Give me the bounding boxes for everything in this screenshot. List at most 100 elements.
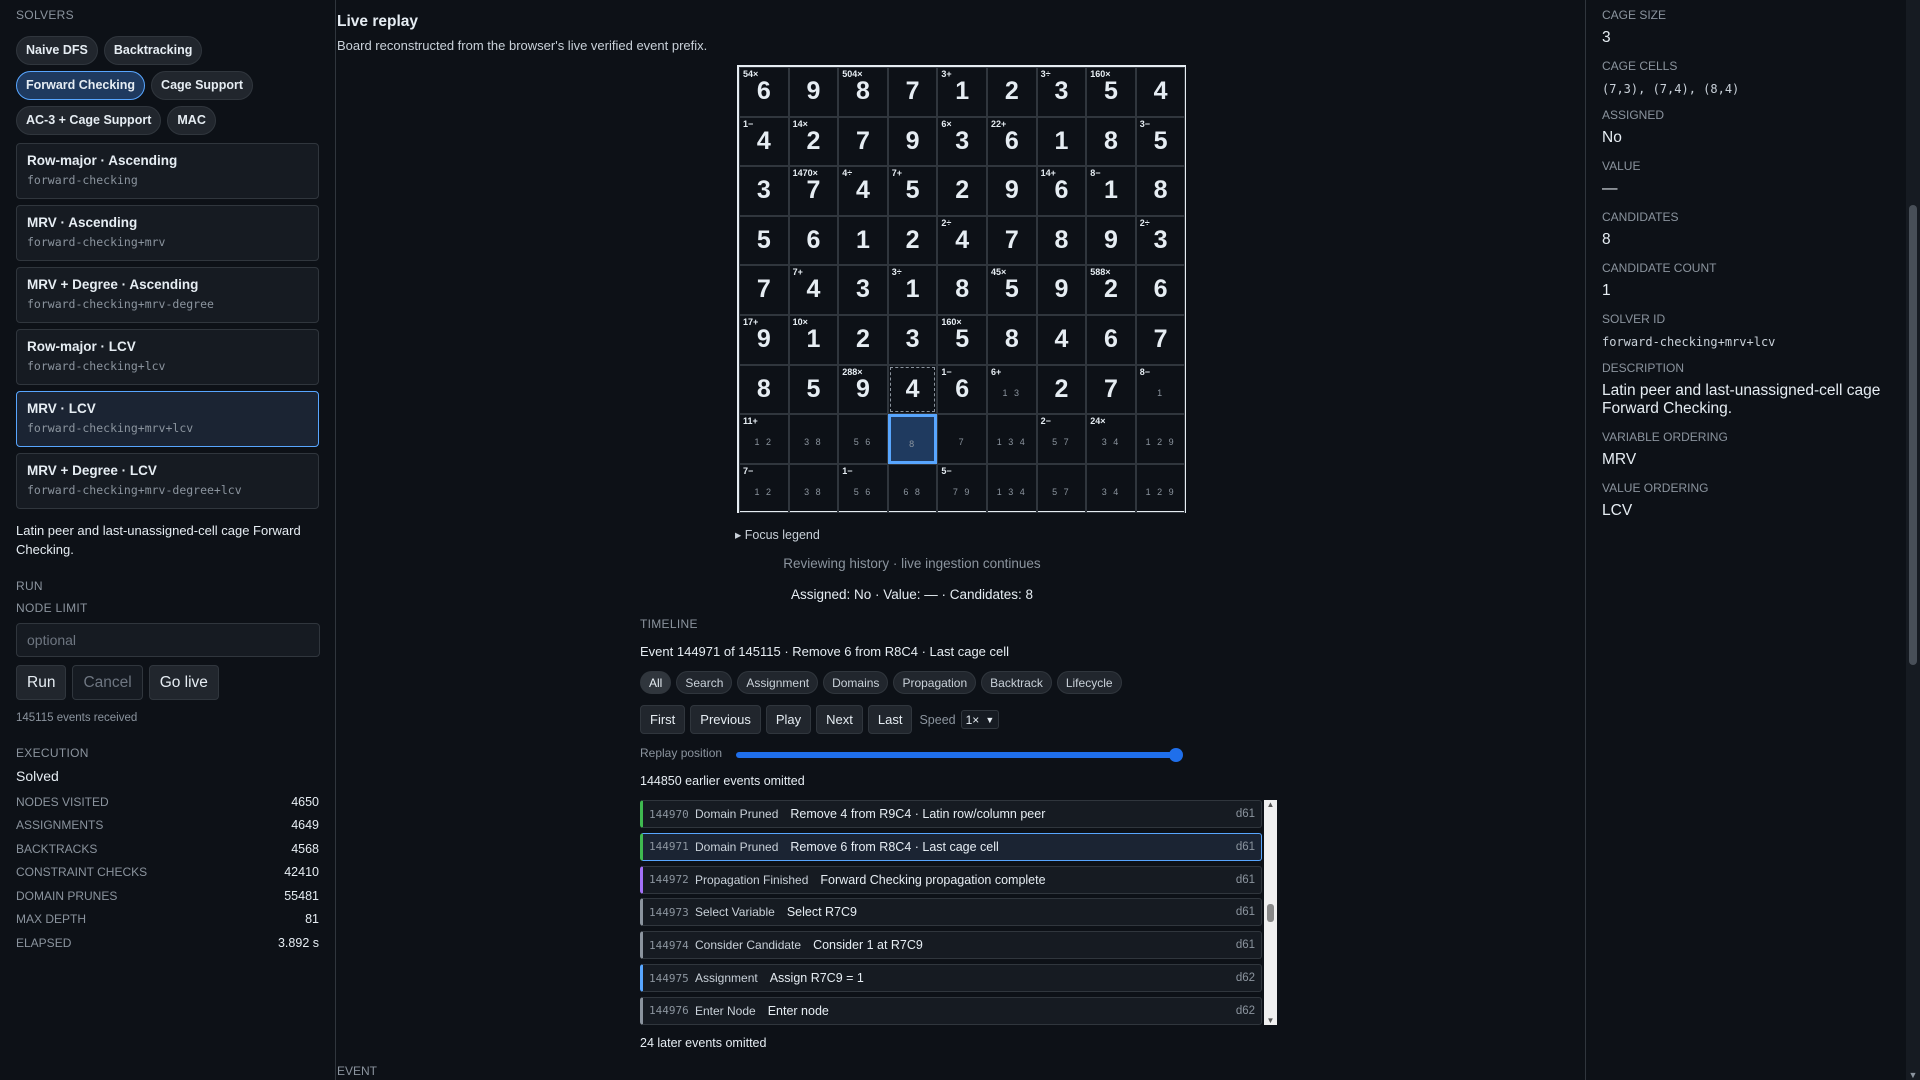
board-cell[interactable]: 8: [937, 265, 987, 315]
event-row[interactable]: 144972 Propagation Finished Forward Checki…: [640, 865, 1262, 894]
board-cell[interactable]: 588× 2: [1086, 265, 1136, 315]
scroll-thumb[interactable]: [1267, 904, 1274, 922]
solver-variant[interactable]: MRV · Ascending forward-checking+mrv: [16, 205, 319, 261]
board-cell[interactable]: 10× 1: [788, 315, 839, 365]
board-cell[interactable]: 160× 5: [1086, 67, 1136, 117]
filter-chip[interactable]: Search: [676, 671, 733, 694]
board-cell[interactable]: 1− 4: [739, 116, 789, 167]
board-cell[interactable]: 5− 7 9: [937, 463, 987, 514]
board-cell[interactable]: 9: [1086, 215, 1136, 266]
go-live-button[interactable]: Go live: [148, 665, 219, 700]
focus-legend-toggle[interactable]: ▸ Focus legend: [735, 527, 820, 542]
board-cell[interactable]: 1− 6: [937, 364, 987, 415]
board-cell[interactable]: 6: [788, 215, 839, 266]
cancel-button[interactable]: Cancel: [72, 665, 143, 700]
board-cell[interactable]: 1: [838, 215, 888, 266]
board-cell[interactable]: 1470× 7: [788, 166, 839, 216]
board-cell[interactable]: 14× 2: [788, 116, 839, 167]
board-cell[interactable]: 9: [987, 166, 1037, 216]
board-cell[interactable]: 17+ 9: [739, 315, 789, 365]
board-cell[interactable]: 1 3 4: [987, 463, 1037, 514]
replay-slider-thumb[interactable]: [1168, 748, 1183, 762]
board-cell[interactable]: 8− 1: [1086, 166, 1136, 216]
board-cell[interactable]: 4: [887, 364, 938, 415]
board-cell[interactable]: 7+ 5: [887, 166, 938, 216]
board-cell[interactable]: 2: [1036, 364, 1087, 415]
board-cell[interactable]: 5 6: [838, 414, 888, 464]
control-button-last[interactable]: Last: [867, 705, 913, 734]
board-cell[interactable]: 2: [838, 315, 888, 365]
board-cell[interactable]: 3: [887, 315, 938, 365]
node-limit-input[interactable]: optional: [16, 623, 320, 657]
board-cell[interactable]: 45× 5: [987, 265, 1037, 315]
board-cell[interactable]: 1: [1036, 116, 1087, 167]
board-cell[interactable]: 1− 5 6: [838, 463, 888, 514]
board-cell[interactable]: 2: [987, 67, 1037, 117]
control-button-next[interactable]: Next: [816, 705, 863, 734]
control-button-play[interactable]: Play: [765, 705, 812, 734]
board-cell[interactable]: 7: [838, 116, 888, 167]
board-cell[interactable]: 24× 3 4: [1086, 414, 1136, 464]
board-cell[interactable]: 4÷ 4: [838, 166, 888, 216]
board-cell[interactable]: 6: [1086, 315, 1136, 365]
filter-chip[interactable]: Assignment: [737, 671, 819, 694]
board-cell[interactable]: 288× 9: [838, 364, 888, 415]
board-cell[interactable]: 14+ 6: [1036, 166, 1087, 216]
board-cell[interactable]: 3: [739, 166, 789, 216]
board-cell[interactable]: 2÷ 4: [937, 215, 987, 266]
board-cell[interactable]: 7: [1086, 364, 1136, 415]
event-list-scrollbar[interactable]: ▲ ▼: [1264, 800, 1277, 1025]
board-cell[interactable]: 4: [1135, 67, 1186, 117]
speed-select[interactable]: 1× ▼: [960, 710, 1000, 729]
board-cell[interactable]: 160× 5: [937, 315, 987, 365]
board-cell[interactable]: 5: [739, 215, 789, 266]
board-cell[interactable]: 7: [887, 67, 938, 117]
board-cell[interactable]: 8− 1: [1135, 364, 1186, 415]
filter-chip[interactable]: Domains: [823, 671, 889, 694]
board-cell[interactable]: 8: [1086, 116, 1136, 167]
solver-variant[interactable]: Row-major · Ascending forward-checking: [16, 143, 319, 199]
board-cell[interactable]: 7: [739, 265, 789, 315]
solver-variant[interactable]: MRV · LCV forward-checking+mrv+lcv: [16, 391, 319, 447]
board-cell[interactable]: 1 2 9: [1135, 463, 1186, 514]
board-cell[interactable]: 3÷ 1: [887, 265, 938, 315]
page-scroll-down-icon[interactable]: ▼: [1906, 1070, 1920, 1080]
event-row[interactable]: 144976 Enter Node Enter node d62: [640, 996, 1262, 1025]
replay-slider[interactable]: [736, 748, 1183, 762]
run-button[interactable]: Run: [16, 665, 67, 700]
board-cell[interactable]: 9: [887, 116, 938, 167]
solver-pill[interactable]: Naive DFS: [16, 36, 98, 65]
control-button-previous[interactable]: Previous: [690, 705, 761, 734]
solver-pill[interactable]: MAC: [167, 106, 216, 135]
board-cell[interactable]: 3 8: [788, 463, 839, 514]
event-row[interactable]: 144973 Select Variable Select R7C9 d61: [640, 898, 1262, 927]
board-cell[interactable]: 54× 6: [739, 67, 789, 117]
board-cell[interactable]: 7: [1135, 315, 1186, 365]
board-cell[interactable]: 8: [887, 414, 938, 464]
scroll-up-icon[interactable]: ▲: [1264, 800, 1277, 812]
board-cell[interactable]: 5 7: [1036, 463, 1087, 514]
event-row[interactable]: 144975 Assignment Assign R7C9 = 1 d62: [640, 964, 1262, 992]
solver-pill[interactable]: AC-3 + Cage Support: [16, 106, 162, 135]
filter-chip[interactable]: Backtrack: [981, 671, 1052, 694]
board-cell[interactable]: 3 8: [788, 414, 839, 464]
scroll-down-icon[interactable]: ▼: [1264, 1016, 1277, 1025]
board-cell[interactable]: 3 4: [1086, 463, 1136, 514]
solver-pill[interactable]: Forward Checking: [16, 71, 146, 100]
solver-variant[interactable]: MRV + Degree · Ascending forward-checking…: [16, 267, 319, 323]
control-button-first[interactable]: First: [640, 705, 686, 734]
board-cell[interactable]: 3+ 1: [937, 67, 987, 117]
board-cell[interactable]: 8: [1036, 215, 1087, 266]
board-cell[interactable]: 8: [987, 315, 1037, 365]
board-cell[interactable]: 22+ 6: [987, 116, 1037, 167]
board-cell[interactable]: 2: [937, 166, 987, 216]
board-cell[interactable]: 7+ 4: [788, 265, 839, 315]
board-cell[interactable]: 2÷ 3: [1135, 215, 1186, 266]
solver-variant[interactable]: MRV + Degree · LCV forward-checking+mrv-d…: [16, 453, 319, 509]
solver-pill[interactable]: Cage Support: [151, 71, 253, 100]
page-scrollbar[interactable]: ▼: [1906, 0, 1920, 1080]
board-cell[interactable]: 6 8: [887, 463, 938, 514]
board-cell[interactable]: 8: [739, 364, 789, 415]
solver-variant[interactable]: Row-major · LCV forward-checking+lcv: [16, 329, 319, 385]
board-cell[interactable]: 3÷ 3: [1036, 67, 1087, 117]
